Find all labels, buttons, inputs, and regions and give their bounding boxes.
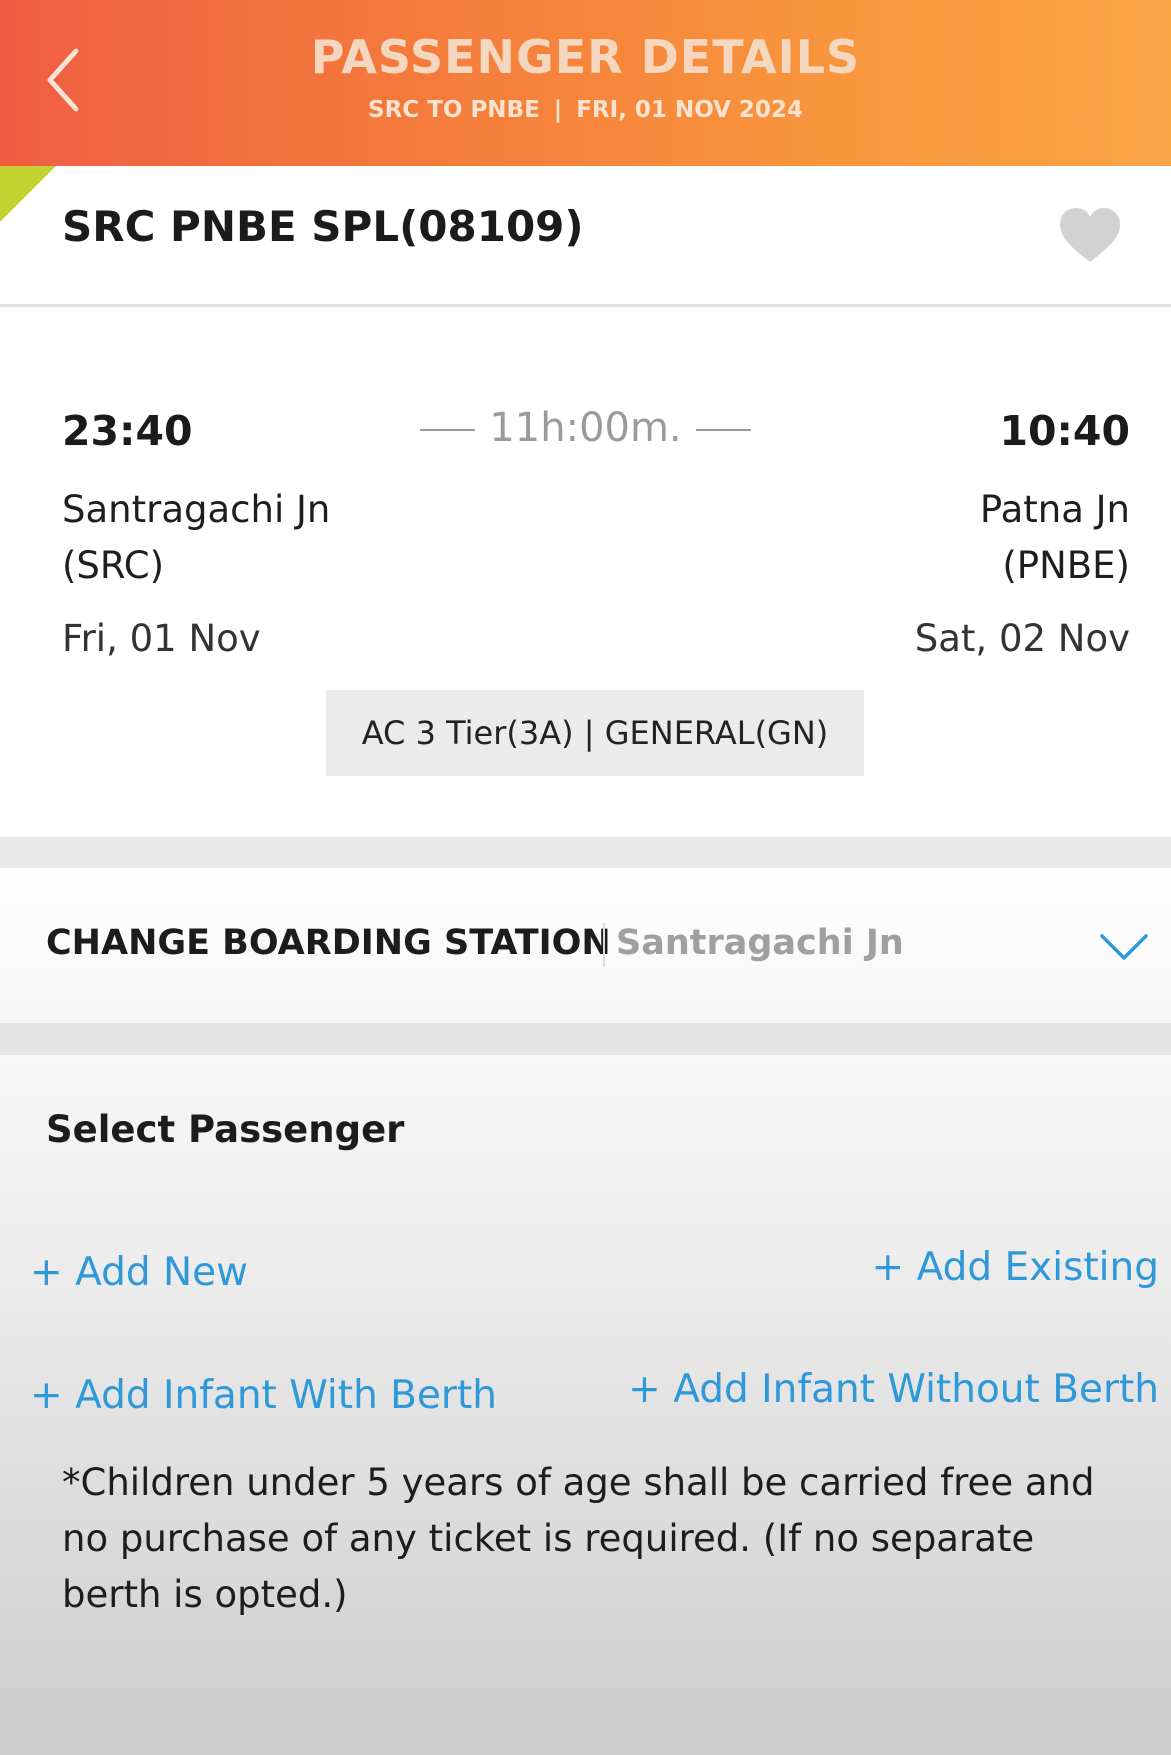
duration-dash-left xyxy=(420,429,476,431)
add-new-button[interactable]: + Add New xyxy=(30,1250,248,1295)
section-divider xyxy=(0,837,1171,868)
to-date: Sat, 02 Nov xyxy=(914,617,1130,660)
header-subtitle: SRC TO PNBE | FRI, 01 NOV 2024 xyxy=(0,97,1171,123)
from-station-code: (SRC) xyxy=(62,544,165,587)
add-existing-button[interactable]: + Add Existing xyxy=(872,1245,1159,1290)
to-station-name: Patna Jn xyxy=(979,488,1130,531)
arrival-time: 10:40 xyxy=(999,407,1130,455)
to-station-code: (PNBE) xyxy=(1002,544,1130,587)
from-station-name: Santragachi Jn xyxy=(62,488,331,531)
journey-date: FRI, 01 NOV 2024 xyxy=(576,97,803,123)
to-station: Patna Jn (PNBE) xyxy=(980,482,1130,594)
duration-text: 11h:00m. xyxy=(489,405,682,451)
boarding-station-value: Santragachi Jn xyxy=(616,923,904,963)
add-infant-without-berth-button[interactable]: + Add Infant Without Berth xyxy=(628,1367,1159,1412)
boarding-station-row[interactable]: CHANGE BOARDING STATION Santragachi Jn xyxy=(0,868,1171,1023)
bottom-strip xyxy=(0,1687,1171,1755)
select-passenger-section: Select Passenger + Add New + Add Existin… xyxy=(0,1055,1171,1687)
train-bar: SRC PNBE SPL(08109) xyxy=(0,166,1171,307)
add-infant-with-berth-button[interactable]: + Add Infant With Berth xyxy=(30,1373,497,1418)
duration-dash-right xyxy=(695,429,751,431)
page-title: PASSENGER DETAILS xyxy=(310,30,861,84)
section-divider xyxy=(0,1023,1171,1055)
section-title: Select Passenger xyxy=(46,1108,405,1151)
corner-tag xyxy=(0,166,56,222)
app-header: PASSENGER DETAILS SRC TO PNBE | FRI, 01 NO… xyxy=(0,0,1171,166)
heart-icon[interactable] xyxy=(1058,206,1122,264)
chevron-down-icon[interactable] xyxy=(1098,930,1150,964)
journey-card: 23:40 11h:00m. 10:40 Santragachi Jn (SRC… xyxy=(0,307,1171,837)
boarding-divider xyxy=(603,923,605,967)
train-name: SRC PNBE SPL(08109) xyxy=(62,202,584,251)
class-quota-chip: AC 3 Tier(3A) | GENERAL(GN) xyxy=(326,690,864,776)
separator: | xyxy=(553,97,563,123)
route-text: SRC TO PNBE xyxy=(368,97,540,123)
boarding-label: CHANGE BOARDING STATION xyxy=(46,923,611,963)
children-note: *Children under 5 years of age shall be … xyxy=(62,1461,1095,1616)
from-station: Santragachi Jn (SRC) xyxy=(62,482,330,594)
duration: 11h:00m. xyxy=(0,405,1171,451)
from-date: Fri, 01 Nov xyxy=(62,617,261,660)
